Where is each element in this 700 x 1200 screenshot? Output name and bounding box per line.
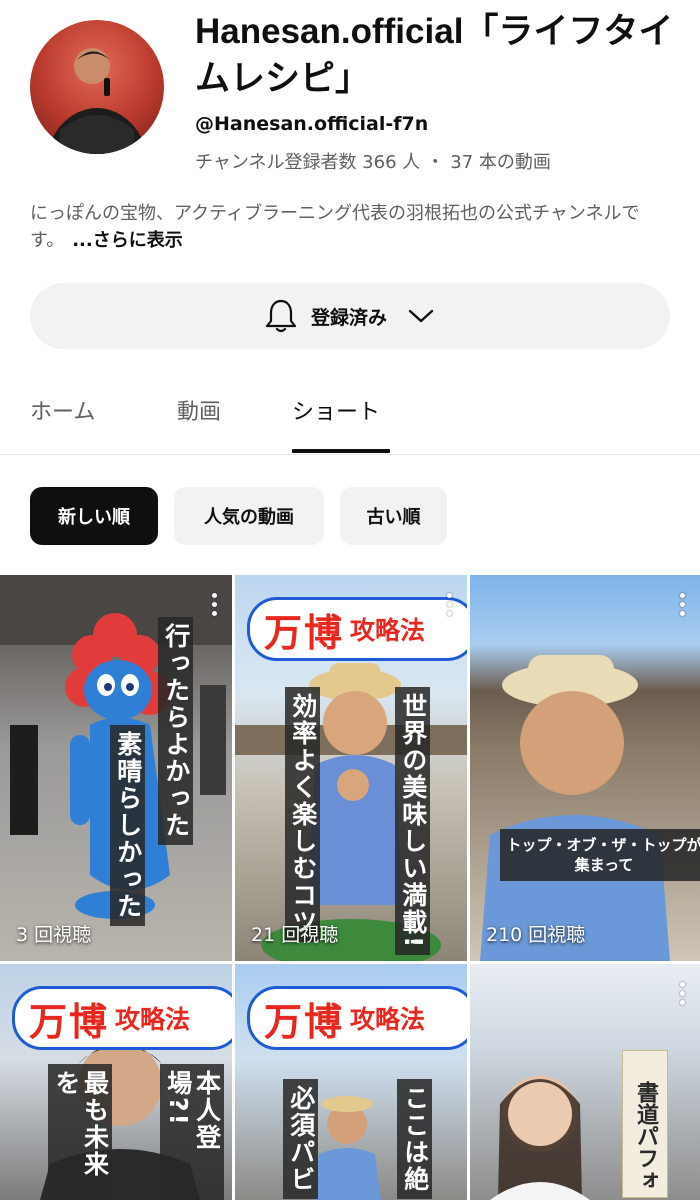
short-tile[interactable]: 書道パフォ [470,964,700,1200]
short-caption: 世界の美味しい満載! [395,687,430,956]
subscribed-label: 登録済み [310,306,387,329]
video-count: 37 本の動画 [450,152,551,173]
short-caption: 本人登場?! [160,1064,224,1200]
channel-avatar[interactable] [30,20,164,154]
active-tab-indicator [292,449,390,453]
channel-name: Hanesan.official「ライフタイムレシピ」 [195,12,674,98]
channel-stats: チャンネル登録者数 366 人・ 37 本の動画 [195,148,551,174]
tab-videos[interactable]: 動画 [177,394,221,426]
short-tile[interactable]: 万博 攻略法 世界の美味しい満載! 効率よく楽しむコツ 21 回視聴 [235,575,467,961]
channel-handle: @Hanesan.official-f7n [195,113,429,135]
short-tile[interactable]: 万博 攻略法 ここは絶 必須パビ [235,964,467,1200]
shodo-sign: 書道パフォ [622,1050,668,1198]
short-tile[interactable]: 万博 攻略法 本人登場?! 最も未来を [0,964,232,1200]
tab-home[interactable]: ホーム [30,394,95,426]
short-caption: 素晴らしかった [110,725,145,926]
expo-logo: 万博 攻略法 [247,597,467,661]
more-options-icon[interactable] [680,593,686,620]
subscribed-button[interactable]: 登録済み [30,283,670,349]
short-caption: 行ったらよかった [158,617,193,845]
filter-oldest[interactable]: 古い順 [340,487,447,545]
chevron-down-icon [408,309,434,323]
stats-separator: ・ [426,152,445,173]
filter-newest[interactable]: 新しい順 [30,487,158,545]
short-thumbnail-image [480,655,670,961]
bell-icon [265,299,297,333]
filter-popular[interactable]: 人気の動画 [174,487,324,545]
tab-shorts[interactable]: ショート [292,394,380,426]
short-caption: 効率よく楽しむコツ [285,687,320,942]
channel-tabs: ホーム 動画 ショート [0,380,700,455]
channel-description[interactable]: にっぽんの宝物、アクティブラーニング代表の羽根拓也の公式チャンネルです。 ...さ… [30,200,670,254]
view-count: 210 回視聴 [486,924,586,946]
avatar-person-icon [46,48,148,154]
short-caption: 最も未来を [48,1064,112,1200]
show-more-link[interactable]: ...さらに表示 [72,230,183,251]
expo-logo: 万博 攻略法 [247,986,467,1050]
subscriber-count: チャンネル登録者数 366 人 [195,152,421,173]
short-tile[interactable]: 行ったらよかった 素晴らしかった 3 回視聴 [0,575,232,961]
short-caption: トップ・オブ・ザ・トップが 集まって [500,829,700,881]
more-options-icon[interactable] [447,593,453,620]
more-options-icon[interactable] [680,982,686,1009]
more-options-icon[interactable] [212,593,218,620]
short-caption: ここは絶 [397,1079,432,1199]
expo-logo: 万博 攻略法 [12,986,232,1050]
view-count: 21 回視聴 [251,924,339,946]
short-caption: 必須パビ [283,1079,318,1199]
short-tile[interactable]: トップ・オブ・ザ・トップが 集まって 210 回視聴 [470,575,700,961]
view-count: 3 回視聴 [16,924,92,946]
